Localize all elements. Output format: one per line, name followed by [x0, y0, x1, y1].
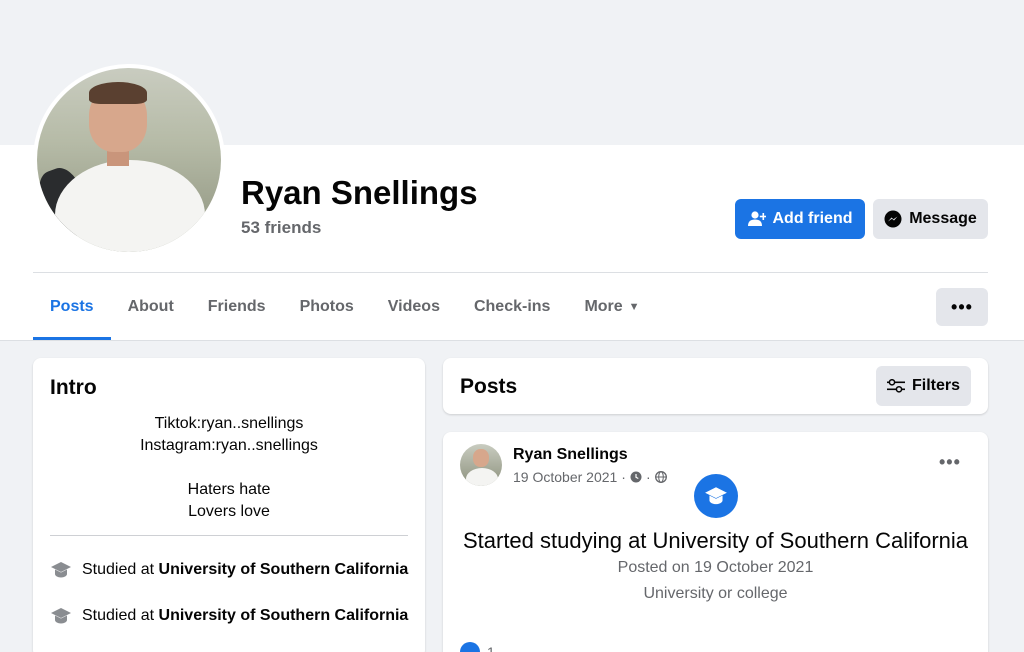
globe-icon [654, 471, 667, 483]
clock-icon [630, 471, 642, 483]
tab-more[interactable]: More ▼ [567, 274, 656, 340]
add-friend-button[interactable]: Add friend [735, 199, 865, 239]
posts-header-card: Posts Filters [443, 358, 988, 414]
post-author-name[interactable]: Ryan Snellings [513, 446, 628, 464]
education-item: Studied at University of Southern Califo… [50, 606, 408, 626]
education-item: Studied at University of Southern Califo… [50, 560, 408, 580]
post-author-avatar[interactable] [460, 444, 502, 486]
intro-divider [50, 535, 408, 536]
message-label: Message [909, 210, 977, 227]
event-category: University or college [643, 585, 788, 602]
tab-about[interactable]: About [111, 274, 191, 340]
filters-button[interactable]: Filters [876, 366, 971, 406]
add-person-icon [747, 211, 766, 226]
like-reaction-icon[interactable] [460, 642, 480, 652]
life-event-headline: Started studying at University of Southe… [462, 528, 969, 553]
caret-down-icon: ▼ [628, 301, 640, 313]
header-divider [33, 272, 988, 273]
tab-friends[interactable]: Friends [191, 274, 283, 340]
posts-title: Posts [460, 375, 518, 398]
school-link[interactable]: University of Southern California [159, 561, 409, 578]
tab-posts[interactable]: Posts [33, 274, 111, 340]
intro-card: Intro Tiktok:ryan..snellings Instagram:r… [33, 358, 425, 652]
tab-photos[interactable]: Photos [283, 274, 371, 340]
add-friend-label: Add friend [772, 210, 853, 227]
education-event-icon [694, 474, 738, 518]
profile-tabs: Posts About Friends Photos Videos Check-… [33, 274, 657, 340]
posted-on: Posted on 19 October 2021 [617, 559, 814, 576]
bio-line: Instagram:ryan..snellings [140, 437, 318, 454]
post-date[interactable]: 19 October 2021 [513, 469, 617, 485]
friends-count[interactable]: 53 friends [241, 218, 321, 238]
school-link[interactable]: University of Southern California [159, 607, 409, 624]
post-options-button[interactable]: ••• [939, 452, 961, 473]
bio-line: Lovers love [188, 503, 270, 520]
graduation-cap-icon [51, 608, 71, 624]
graduation-cap-icon [51, 562, 71, 578]
bio-line: Tiktok:ryan..snellings [154, 415, 304, 432]
tab-check-ins[interactable]: Check-ins [457, 274, 567, 340]
reaction-count[interactable]: 1 [487, 644, 495, 652]
profile-name: Ryan Snellings [241, 174, 478, 211]
post-meta: 19 October 2021 · · [513, 469, 667, 485]
post-card: Ryan Snellings 19 October 2021 · · ••• S… [443, 432, 988, 652]
tab-videos[interactable]: Videos [371, 274, 457, 340]
sliders-icon [886, 379, 905, 393]
intro-title: Intro [50, 376, 97, 399]
profile-picture[interactable] [33, 64, 225, 256]
more-options-button[interactable]: ••• [936, 288, 988, 326]
message-button[interactable]: Message [873, 199, 988, 239]
messenger-icon [884, 210, 902, 228]
avatar [37, 68, 221, 252]
bio-line: Haters hate [187, 481, 271, 498]
